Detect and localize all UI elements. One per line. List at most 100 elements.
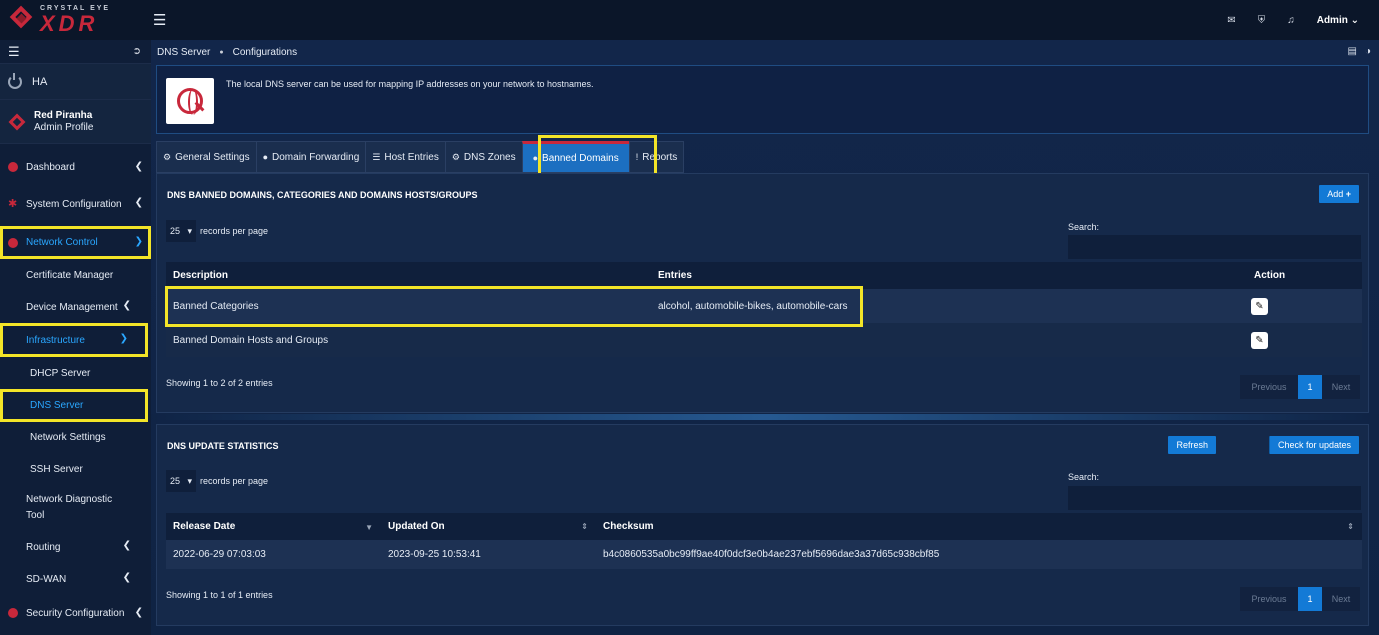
user-profile[interactable]: Red Piranha Admin Profile <box>0 100 151 144</box>
pagination: Previous 1 Next <box>1240 375 1360 399</box>
edit-pencil-icon[interactable]: ✎ <box>1251 331 1268 349</box>
sidebar-item-sd-wan[interactable]: SD-WAN ❮ <box>0 563 151 595</box>
edit-pencil-icon[interactable]: ✎ <box>1251 297 1268 315</box>
sidebar-item-network-settings[interactable]: Network Settings <box>0 422 151 453</box>
crystal-eye-logo-icon <box>8 5 34 33</box>
chevron-left-icon: ❮ <box>134 161 143 172</box>
bell-icon[interactable]: ♫ <box>1287 15 1295 26</box>
globe-icon: ● <box>532 153 539 163</box>
tab-host-entries[interactable]: ☰ Host Entries <box>365 141 445 173</box>
row-description: Banned Domain Hosts and Groups <box>166 323 651 357</box>
logout-icon[interactable]: ➲ <box>133 46 141 57</box>
sidebar-menu-icon[interactable]: ☰ <box>8 44 20 60</box>
records-per-page: 25 ▾ records per page <box>166 470 268 492</box>
pagination-page[interactable]: 1 <box>1298 587 1322 611</box>
chevron-down-icon: ❯ <box>134 236 143 247</box>
admin-user-menu[interactable]: Admin ⌄ <box>1317 15 1359 26</box>
tab-dns-zones[interactable]: ⚙ DNS Zones <box>444 141 522 173</box>
search-input[interactable] <box>1068 486 1361 510</box>
breadcrumb-parent[interactable]: DNS Server <box>157 47 210 58</box>
tab-domain-forwarding[interactable]: ● Domain Forwarding <box>255 141 366 173</box>
col-checksum[interactable]: Checksum ⇕ <box>596 513 1362 540</box>
sidebar-item-dhcp-server[interactable]: DHCP Server <box>0 357 151 389</box>
top-bar: ☰ ✉ ⛨ ♫ Admin ⌄ <box>151 0 1379 40</box>
page-size-select[interactable]: 25 ▾ <box>166 470 196 492</box>
security-configuration-icon <box>8 608 18 618</box>
cogs-icon: ⚙ <box>163 151 172 162</box>
sort-icon: ⇕ <box>581 522 588 531</box>
banned-domains-panel: DNS BANNED DOMAINS, CATEGORIES AND DOMAI… <box>156 173 1369 413</box>
col-updated-on[interactable]: Updated On ⇕ <box>381 513 596 540</box>
sidebar-item-network-diagnostic-tool[interactable]: Network Diagnostic Tool <box>0 485 120 531</box>
sidebar-item-device-management[interactable]: Device Management ❮ <box>0 291 151 323</box>
info-text: The local DNS server can be used for map… <box>226 79 594 89</box>
tab-label: General Settings <box>175 151 250 163</box>
pagination-next[interactable]: Next <box>1322 587 1360 611</box>
row-description: Banned Categories <box>166 289 651 323</box>
tab-banned-domains[interactable]: ● Banned Domains <box>521 141 629 173</box>
search-label: Search: <box>1068 222 1100 232</box>
sidebar-item-infrastructure[interactable]: Infrastructure ❯ <box>0 323 148 357</box>
ha-status[interactable]: HA <box>0 64 151 100</box>
pagination-page[interactable]: 1 <box>1298 375 1322 399</box>
tab-label: Host Entries <box>384 151 439 163</box>
sidebar-item-label: Network Diagnostic Tool <box>26 494 113 521</box>
sidebar-item-label: Network Settings <box>30 432 106 443</box>
add-button[interactable]: Add + <box>1319 185 1359 203</box>
chevron-left-icon: ❮ <box>122 540 131 551</box>
sidebar-item-certificate-manager[interactable]: Certificate Manager <box>0 259 151 291</box>
tab-label: DNS Zones <box>463 151 516 163</box>
sidebar-item-dashboard[interactable]: Dashboard ❮ <box>0 152 151 182</box>
brand-logo[interactable]: CRYSTAL EYE XDR <box>0 0 151 40</box>
sidebar-item-label: DHCP Server <box>30 367 91 379</box>
chevron-down-icon: ⌄ <box>1350 14 1359 26</box>
sidebar-item-network-control[interactable]: Network Control ❯ <box>0 226 151 259</box>
sidebar-item-dns-server[interactable]: DNS Server <box>0 389 148 422</box>
col-action: Action <box>1247 262 1362 289</box>
chevron-down-icon: ❯ <box>119 333 128 344</box>
network-control-icon <box>8 237 18 248</box>
shield-icon[interactable]: ⛨ <box>1258 15 1266 26</box>
globe-icon: ● <box>262 152 269 162</box>
system-configuration-icon: ✱ <box>8 197 18 210</box>
sidebar-item-label: Routing <box>26 541 61 553</box>
mail-icon[interactable]: ✉ <box>1227 15 1235 26</box>
power-icon <box>8 72 22 89</box>
row-entries: alcohol, automobile-bikes, automobile-ca… <box>651 289 1247 323</box>
search-label: Search: <box>1068 472 1100 482</box>
pagination-previous[interactable]: Previous <box>1240 375 1298 399</box>
sidebar-item-routing[interactable]: Routing ❮ <box>0 531 151 563</box>
sidebar-item-security-configuration[interactable]: Security Configuration ❮ <box>0 595 151 631</box>
banned-table: Description Entries Action Banned Catego… <box>166 262 1362 357</box>
search-input[interactable] <box>1068 235 1361 259</box>
table-info: Showing 1 to 2 of 2 entries <box>166 378 273 388</box>
main-content: DNS Server ● Configurations ▤ ◑ The loca… <box>151 40 1379 635</box>
row-release-date: 2022-06-29 07:03:03 <box>166 540 381 569</box>
gear-icon: ⚙ <box>451 151 460 162</box>
col-description[interactable]: Description <box>166 262 651 289</box>
main-menu-icon[interactable]: ☰ <box>153 11 166 29</box>
sidebar-item-system-configuration[interactable]: ✱ System Configuration ❮ <box>0 182 151 226</box>
pagination-next[interactable]: Next <box>1322 375 1360 399</box>
refresh-button[interactable]: Refresh <box>1168 436 1216 454</box>
tab-bar: ⚙ General Settings ● Domain Forwarding ☰ Ho… <box>156 141 685 173</box>
records-per-page: 25 ▾ records per page <box>166 220 268 242</box>
page-size-select[interactable]: 25 ▾ <box>166 220 196 242</box>
sidebar-item-ssh-server[interactable]: SSH Server <box>0 453 151 485</box>
toggle-icon[interactable]: ◑ <box>1365 46 1371 57</box>
statistics-table: Release Date ▼ Updated On ⇕ Checksum ⇕ 2022… <box>166 513 1362 569</box>
tab-reports[interactable]: ! Reports <box>628 141 685 173</box>
row-checksum: b4c0860535a0bc99ff9ae40f0dcf3e0b4ae237eb… <box>596 540 1362 569</box>
tab-general-settings[interactable]: ⚙ General Settings <box>156 141 256 173</box>
caret-down-icon: ▾ <box>187 475 192 486</box>
col-updated-on-label: Updated On <box>388 521 445 532</box>
caret-down-icon: ▾ <box>187 225 192 236</box>
pagination-previous[interactable]: Previous <box>1240 587 1298 611</box>
admin-user-label: Admin <box>1316 14 1348 26</box>
page-size-suffix: records per page <box>200 476 269 486</box>
book-icon[interactable]: ▤ <box>1348 46 1357 57</box>
col-entries[interactable]: Entries <box>651 262 1247 289</box>
sidebar-item-label: Dashboard <box>26 161 75 173</box>
col-release-date[interactable]: Release Date ▼ <box>166 513 381 540</box>
check-for-updates-button[interactable]: Check for updates <box>1268 436 1359 454</box>
